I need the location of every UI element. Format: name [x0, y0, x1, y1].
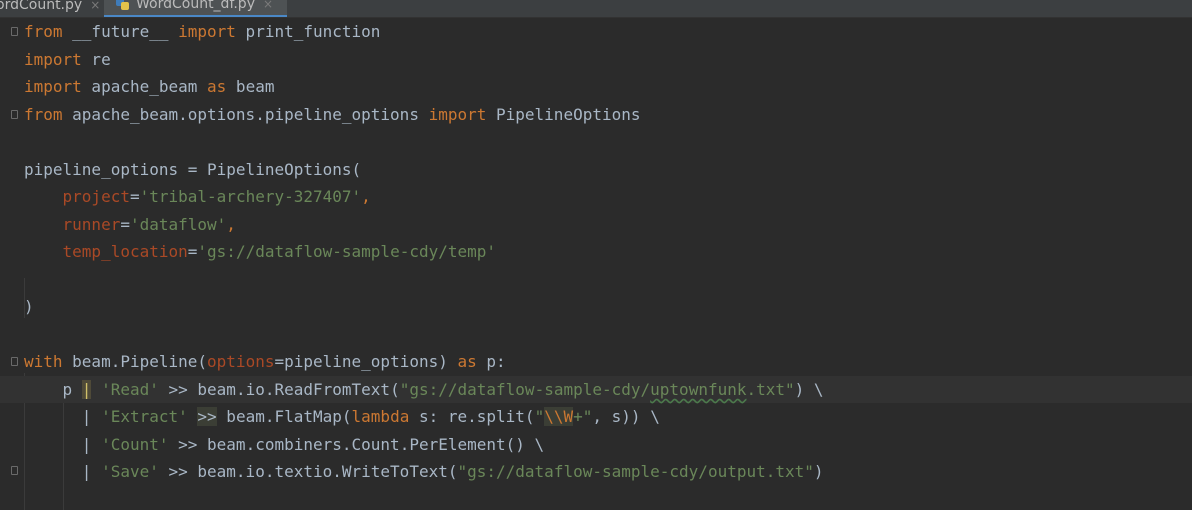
string-literal: 'dataflow' — [129, 215, 227, 234]
keyword-argument: runner — [62, 215, 121, 234]
keyword: with — [24, 352, 63, 371]
fold-end-icon[interactable] — [11, 110, 18, 119]
operator: = — [129, 187, 140, 206]
string-literal: 'tribal-archery-327407' — [139, 187, 362, 206]
string-literal: "gs://dataflow-sample-cdy/ — [399, 380, 651, 399]
code-token: | — [24, 407, 102, 426]
tab-wordcount-df[interactable]: WordCount_df.py × — [104, 0, 287, 17]
code-line-9: temp_location='gs://dataflow-sample-cdy/… — [24, 238, 497, 265]
code-token: >> beam.io.ReadFromText( — [158, 380, 400, 399]
code-token: , s)) \ — [592, 407, 660, 426]
keyword: import — [24, 50, 82, 69]
keyword: as — [457, 352, 477, 371]
editor-tab-bar: WordCount.py × WordCount_df.py × — [0, 0, 1192, 18]
punctuation: , — [226, 215, 236, 234]
code-line-17: | 'Save' >> beam.io.textio.WriteToText("… — [24, 458, 824, 485]
keyword-argument: project — [62, 187, 130, 206]
string-literal: + — [573, 407, 583, 426]
fold-end-icon[interactable] — [11, 466, 18, 475]
keyword: from — [24, 22, 63, 41]
code-line-6: pipeline_options = PipelineOptions( — [24, 156, 361, 183]
code-line-13: with beam.Pipeline(options=pipeline_opti… — [24, 348, 506, 375]
keyword: from — [24, 105, 63, 124]
code-token: apache_beam — [81, 77, 208, 96]
code-token: p: — [476, 352, 506, 371]
keyword: lambda — [351, 407, 410, 426]
code-line-4: from apache_beam.options.pipeline_option… — [24, 101, 641, 128]
code-line-2: import re — [24, 46, 111, 73]
code-token: re — [81, 50, 111, 69]
tab-label: WordCount.py — [0, 0, 83, 13]
code-line-14-current: p | 'Read' >> beam.io.ReadFromText("gs:/… — [0, 376, 1192, 403]
code-line-7: project='tribal-archery-327407', — [24, 183, 371, 210]
code-token: >> beam.io.textio.WriteToText( — [158, 462, 458, 481]
string-literal: 'Read' — [101, 380, 159, 399]
code-token: ) — [24, 297, 34, 316]
code-token: beam.Pipeline( — [62, 352, 208, 371]
keyword: as — [207, 77, 227, 96]
string-literal: " — [582, 407, 593, 426]
text-cursor: | — [81, 380, 92, 399]
code-token: s: re.split( — [409, 407, 535, 426]
code-token: ) \ — [794, 380, 824, 399]
code-token: print_function — [235, 22, 381, 41]
regex-escape: \\W — [544, 407, 574, 426]
keyword-argument: options — [207, 352, 275, 371]
keyword: import — [178, 22, 236, 41]
spelling-warning: uptownfunk — [650, 380, 747, 399]
code-token: apache_beam.options.pipeline_options — [62, 105, 429, 124]
code-token: p — [24, 380, 82, 399]
code-token: | — [24, 462, 102, 481]
code-line-16: | 'Count' >> beam.combiners.Count.PerEle… — [24, 431, 544, 458]
code-token: __future__ — [62, 22, 179, 41]
code-line-3: import apache_beam as beam — [24, 73, 274, 100]
operator: = — [187, 242, 198, 261]
string-literal: .txt" — [746, 380, 795, 399]
fold-start-icon[interactable] — [11, 357, 18, 366]
fold-start-icon[interactable] — [11, 27, 18, 36]
tab-label: WordCount_df.py — [136, 0, 255, 12]
punctuation: , — [361, 187, 371, 206]
keyword-argument: temp_location — [62, 242, 188, 261]
code-line-1: from __future__ import print_function — [24, 18, 380, 45]
code-token: ) — [813, 462, 824, 481]
string-literal: 'Save' — [101, 462, 159, 481]
string-literal: "gs://dataflow-sample-cdy/output.txt" — [457, 462, 814, 481]
code-token: beam — [226, 77, 275, 96]
code-line-15: | 'Extract' >> beam.FlatMap(lambda s: re… — [24, 403, 660, 430]
code-line-8: runner='dataflow', — [24, 211, 236, 238]
highlighted-operator: >> — [197, 407, 217, 426]
code-token: =pipeline_options) — [274, 352, 458, 371]
code-token: pipeline_options = PipelineOptions( — [24, 160, 362, 179]
code-token: PipelineOptions — [486, 105, 641, 124]
close-icon[interactable]: × — [263, 0, 273, 10]
keyword: import — [24, 77, 82, 96]
code-line-11: ) — [24, 293, 34, 320]
string-literal: 'Extract' — [101, 407, 188, 426]
code-token: | — [24, 435, 102, 454]
code-token: beam.FlatMap( — [216, 407, 352, 426]
python-file-icon — [116, 0, 130, 10]
code-editor[interactable]: from __future__ import print_function im… — [0, 18, 1192, 510]
operator: = — [120, 215, 130, 234]
code-token: >> beam.combiners.Count.PerElement() \ — [168, 435, 545, 454]
string-literal: 'Count' — [101, 435, 169, 454]
keyword: import — [428, 105, 487, 124]
string-literal: " — [534, 407, 545, 426]
tab-wordcount[interactable]: WordCount.py × — [0, 0, 100, 17]
close-icon[interactable]: × — [90, 0, 100, 11]
string-literal: 'gs://dataflow-sample-cdy/temp' — [197, 242, 497, 261]
